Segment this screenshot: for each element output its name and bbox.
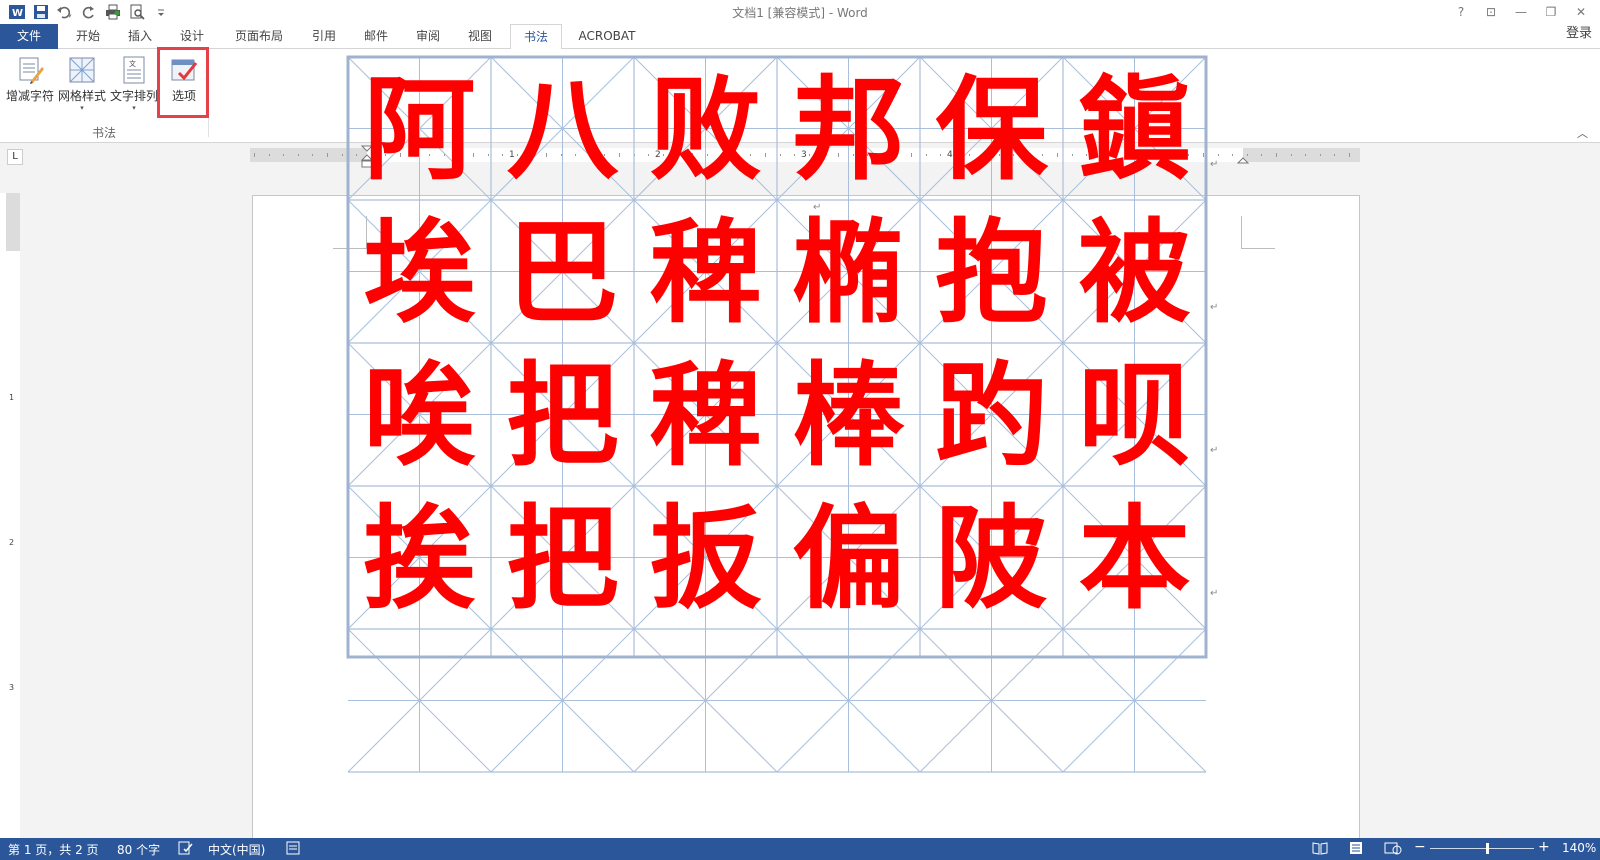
zoom-level[interactable]: 140% xyxy=(1562,841,1596,855)
calligraphy-character: 把 xyxy=(507,352,619,482)
zoom-in-button[interactable]: + xyxy=(1538,839,1550,855)
title-bar: W ▾ 文档1 [兼容模式] - Word ? ⊡ — ❐ ✕ xyxy=(0,0,1600,24)
web-layout-icon[interactable] xyxy=(1384,841,1402,858)
add-remove-characters-icon xyxy=(15,55,45,85)
language-indicator[interactable]: 中文(中国) xyxy=(208,841,265,858)
text-arrangement-label: 文字排列 xyxy=(109,89,158,103)
paragraph-mark: ↵ xyxy=(1210,445,1218,456)
tab-home[interactable]: 开始 xyxy=(64,24,112,49)
calligraphy-group-label: 书法 xyxy=(91,126,116,140)
close-icon[interactable]: ✕ xyxy=(1568,2,1594,22)
tab-file[interactable]: 文件 xyxy=(0,24,58,49)
read-mode-icon[interactable] xyxy=(1312,841,1328,858)
tab-selector[interactable]: L xyxy=(7,149,23,165)
calligraphy-character: 保 xyxy=(936,66,1049,196)
add-remove-characters-button[interactable]: 增减字符 xyxy=(4,53,56,117)
calligraphy-character: 把 xyxy=(507,495,619,625)
calligraphy-character: 挨 xyxy=(364,495,476,625)
ruler-tick xyxy=(341,154,343,156)
calligraphy-character: 八 xyxy=(507,66,620,196)
calligraphy-character: 邦 xyxy=(793,66,905,196)
tab-mailings[interactable]: 邮件 xyxy=(352,24,400,49)
ruler-tick xyxy=(327,153,328,157)
grid-style-icon xyxy=(67,55,97,85)
calligraphy-character: 本 xyxy=(1079,495,1191,625)
print-layout-icon[interactable] xyxy=(1348,841,1364,858)
ruler-tick xyxy=(312,154,314,156)
sign-in-link[interactable]: 登录 xyxy=(1566,24,1592,44)
paragraph-mark: ↵ xyxy=(1210,588,1218,599)
paragraph-mark: ↵ xyxy=(1210,159,1218,170)
ruler-tick xyxy=(254,153,255,157)
options-highlight-box xyxy=(157,47,209,118)
help-icon[interactable]: ? xyxy=(1448,2,1474,22)
calligraphy-character: 呗 xyxy=(1079,352,1191,482)
vruler-number: 2 xyxy=(9,538,15,547)
tab-calligraphy[interactable]: 书法 xyxy=(510,24,562,50)
ribbon-tabs: 文件 开始 插入 设计 页面布局 引用 邮件 审阅 视图 书法 ACROBAT xyxy=(0,24,1600,50)
window-controls: ? ⊡ — ❐ ✕ xyxy=(1448,2,1594,22)
calligraphy-character: 鎭 xyxy=(1079,66,1191,196)
calligraphy-character: 败 xyxy=(650,66,762,196)
calligraphy-grid: 阿八败邦保鎭 ↵埃巴稗椭抱被 ↵唉把稗棒趵呗 ↵挨把扳偏陂本 ↵ xyxy=(346,55,1218,773)
zoom-slider-thumb[interactable] xyxy=(1486,843,1489,854)
grid-style-label: 网格样式 xyxy=(57,89,106,103)
text-arrangement-dropdown-icon[interactable]: ▾ xyxy=(108,104,160,112)
calligraphy-character: 稗 xyxy=(650,352,762,482)
ruler-tick xyxy=(283,154,285,156)
calligraphy-character: 被 xyxy=(1079,209,1191,339)
page-count[interactable]: 第 1 页，共 2 页 xyxy=(8,841,99,858)
calligraphy-character: 稗 xyxy=(650,209,762,339)
zoom-out-button[interactable]: − xyxy=(1414,839,1426,855)
vruler-number: 1 xyxy=(9,393,15,402)
vertical-ruler[interactable]: 1 2 3 xyxy=(6,193,20,838)
grid-style-dropdown-icon[interactable]: ▾ xyxy=(56,104,108,112)
calligraphy-character: 趵 xyxy=(936,352,1048,482)
calligraphy-character: 阿 xyxy=(364,66,476,196)
calligraphy-character: 扳 xyxy=(650,495,762,625)
calligraphy-character: 棒 xyxy=(793,352,906,482)
calligraphy-character: 埃 xyxy=(364,209,477,339)
tab-page-layout[interactable]: 页面布局 xyxy=(226,24,292,49)
tab-insert[interactable]: 插入 xyxy=(116,24,164,49)
tab-acrobat[interactable]: ACROBAT xyxy=(568,24,646,49)
grid-style-button[interactable]: 网格样式 ▾ xyxy=(56,53,108,117)
text-arrangement-icon: 文 xyxy=(119,55,149,85)
tab-references[interactable]: 引用 xyxy=(300,24,348,49)
ruler-tick xyxy=(268,154,270,156)
calligraphy-character: 唉 xyxy=(364,352,477,482)
minimize-icon[interactable]: — xyxy=(1508,2,1534,22)
proofing-icon[interactable] xyxy=(178,841,194,858)
tab-review[interactable]: 审阅 xyxy=(404,24,452,49)
add-remove-characters-label: 增减字符 xyxy=(5,89,54,103)
calligraphy-character: 椭 xyxy=(793,209,905,339)
word-count[interactable]: 80 个字 xyxy=(117,841,160,858)
ruler-tick xyxy=(297,154,299,156)
calligraphy-character: 偏 xyxy=(793,495,905,625)
calligraphy-character: 巴 xyxy=(507,209,619,339)
vertical-ruler-top-margin xyxy=(6,193,20,251)
paragraph-mark: ↵ xyxy=(1210,302,1218,313)
vruler-number: 3 xyxy=(9,683,15,692)
tab-view[interactable]: 视图 xyxy=(456,24,504,49)
collapse-ribbon-icon[interactable]: ︿ xyxy=(1577,125,1588,141)
text-arrangement-button[interactable]: 文 文字排列 ▾ xyxy=(108,53,160,117)
svg-text:文: 文 xyxy=(129,59,136,68)
restore-icon[interactable]: ❐ xyxy=(1538,2,1564,22)
calligraphy-character: 抱 xyxy=(936,209,1048,339)
ribbon-display-options-icon[interactable]: ⊡ xyxy=(1478,2,1504,22)
macro-icon[interactable] xyxy=(286,841,300,858)
calligraphy-character: 陂 xyxy=(936,495,1048,625)
document-title: 文档1 [兼容模式] - Word xyxy=(732,6,868,20)
status-bar: 第 1 页，共 2 页 80 个字 中文(中国) − + 140% xyxy=(0,838,1600,860)
zoom-slider-track[interactable] xyxy=(1430,848,1534,849)
tab-design[interactable]: 设计 xyxy=(168,24,216,49)
